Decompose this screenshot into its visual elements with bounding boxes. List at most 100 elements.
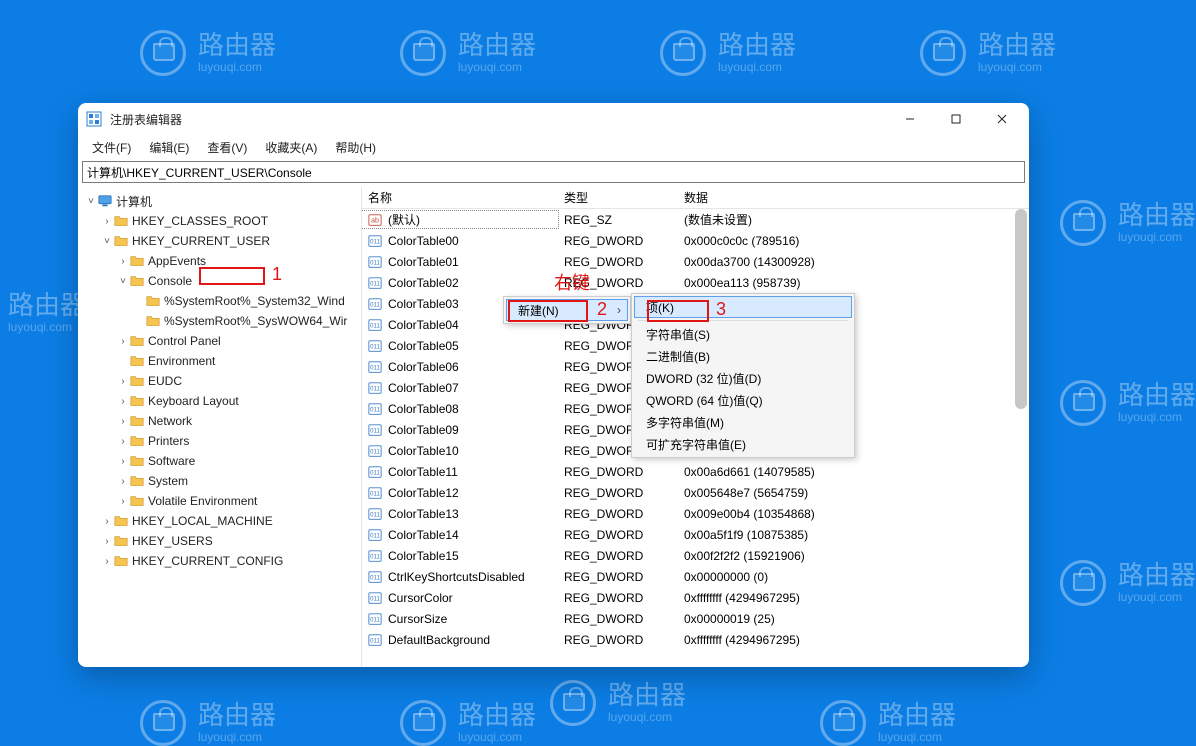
value-data: 0x000c0c0c (789516) <box>678 234 1029 248</box>
value-type: REG_SZ <box>558 213 678 227</box>
tree-volatile[interactable]: ›Volatile Environment <box>78 491 361 511</box>
tree-keyboard[interactable]: ›Keyboard Layout <box>78 391 361 411</box>
sub-multi[interactable]: 多字符串值(M) <box>634 411 852 433</box>
string-value-icon: ab <box>368 213 382 227</box>
titlebar: 注册表编辑器 <box>78 103 1029 135</box>
binary-value-icon: 011 <box>368 591 382 605</box>
binary-value-icon: 011 <box>368 318 382 332</box>
sub-string[interactable]: 字符串值(S) <box>634 323 852 345</box>
tree-controlpanel[interactable]: ›Control Panel <box>78 331 361 351</box>
sub-qword[interactable]: QWORD (64 位)值(Q) <box>634 389 852 411</box>
tree-software[interactable]: ›Software <box>78 451 361 471</box>
value-name: ColorTable12 <box>388 486 459 500</box>
binary-value-icon: 011 <box>368 297 382 311</box>
svg-text:011: 011 <box>370 616 380 623</box>
tree-hkcu[interactable]: ˅HKEY_CURRENT_USER <box>78 231 361 251</box>
col-name[interactable]: 名称 <box>362 187 558 208</box>
value-name: ColorTable13 <box>388 507 459 521</box>
tree-printers[interactable]: ›Printers <box>78 431 361 451</box>
value-type: REG_DWORD <box>558 486 678 500</box>
list-row[interactable]: ab(默认)REG_SZ(数值未设置) <box>362 209 1029 230</box>
value-data: 0x005648e7 (5654759) <box>678 486 1029 500</box>
sub-dword[interactable]: DWORD (32 位)值(D) <box>634 367 852 389</box>
list-row[interactable]: 011ColorTable11REG_DWORD0x00a6d661 (1407… <box>362 461 1029 482</box>
list-row[interactable]: 011CursorSizeREG_DWORD0x00000019 (25) <box>362 608 1029 629</box>
svg-text:011: 011 <box>370 259 380 266</box>
submenu-separator <box>638 320 848 321</box>
svg-text:011: 011 <box>370 364 380 371</box>
value-name: (默认) <box>388 211 420 228</box>
tree-pane[interactable]: ˅计算机 ›HKEY_CLASSES_ROOT ˅HKEY_CURRENT_US… <box>78 187 362 667</box>
list-row[interactable]: 011 ColorTable12 REG_DWORD0x005648e7 (5654… <box>362 482 1029 503</box>
value-type: REG_DWORD <box>558 276 678 290</box>
binary-value-icon: 011 <box>368 255 382 269</box>
values-pane[interactable]: 名称 类型 数据 ab(默认)REG_SZ(数值未设置)011ColorTabl… <box>362 187 1029 667</box>
list-row[interactable]: 011ColorTable13REG_DWORD0x009e00b4 (1035… <box>362 503 1029 524</box>
minimize-button[interactable] <box>887 103 933 135</box>
ctx-new[interactable]: 新建(N)› <box>506 299 628 321</box>
binary-value-icon: 011 <box>368 381 382 395</box>
col-type[interactable]: 类型 <box>558 187 678 208</box>
tree-eudc[interactable]: ›EUDC <box>78 371 361 391</box>
tree-hkcc[interactable]: ›HKEY_CURRENT_CONFIG <box>78 551 361 571</box>
tree-system[interactable]: ›System <box>78 471 361 491</box>
sub-binary[interactable]: 二进制值(B) <box>634 345 852 367</box>
context-submenu: 项(K) 字符串值(S) 二进制值(B) DWORD (32 位)值(D) QW… <box>631 293 855 458</box>
value-data: 0x00da3700 (14300928) <box>678 255 1029 269</box>
value-name: ColorTable05 <box>388 339 459 353</box>
menu-help[interactable]: 帮助(H) <box>327 137 384 158</box>
menu-view[interactable]: 查看(V) <box>199 137 255 158</box>
col-data[interactable]: 数据 <box>678 187 1029 208</box>
list-row[interactable]: 011ColorTable14REG_DWORD0x00a5f1f9 (1087… <box>362 524 1029 545</box>
menu-favorites[interactable]: 收藏夹(A) <box>257 137 325 158</box>
tree-network[interactable]: ›Network <box>78 411 361 431</box>
window-title: 注册表编辑器 <box>110 111 887 128</box>
value-data: 0xffffffff (4294967295) <box>678 591 1029 605</box>
tree-hku[interactable]: ›HKEY_USERS <box>78 531 361 551</box>
tree-console-child1[interactable]: %SystemRoot%_System32_Wind <box>78 291 361 311</box>
value-data: 0x009e00b4 (10354868) <box>678 507 1029 521</box>
tree-hkcr[interactable]: ›HKEY_CLASSES_ROOT <box>78 211 361 231</box>
list-row[interactable]: 011ColorTable01REG_DWORD0x00da3700 (1430… <box>362 251 1029 272</box>
value-data: 0x00000019 (25) <box>678 612 1029 626</box>
scrollbar[interactable] <box>1015 209 1027 409</box>
list-row[interactable]: 011ColorTable02REG_DWORD0x000ea113 (9587… <box>362 272 1029 293</box>
binary-value-icon: 011 <box>368 234 382 248</box>
close-button[interactable] <box>979 103 1025 135</box>
registry-editor-window: 注册表编辑器 文件(F) 编辑(E) 查看(V) 收藏夹(A) 帮助(H) 计算… <box>78 103 1029 667</box>
tree-console-child2[interactable]: %SystemRoot%_SysWOW64_Wir <box>78 311 361 331</box>
svg-text:011: 011 <box>370 490 380 497</box>
tree-hklm[interactable]: ›HKEY_LOCAL_MACHINE <box>78 511 361 531</box>
list-row[interactable]: 011ColorTable00REG_DWORD0x000c0c0c (7895… <box>362 230 1029 251</box>
list-header: 名称 类型 数据 <box>362 187 1029 209</box>
value-type: REG_DWORD <box>558 234 678 248</box>
tree-appevents[interactable]: ›AppEvents <box>78 251 361 271</box>
value-type: REG_DWORD <box>558 528 678 542</box>
address-bar[interactable]: 计算机\HKEY_CURRENT_USER\Console <box>82 161 1025 183</box>
list-row[interactable]: 011ColorTable15REG_DWORD0x00f2f2f2 (1592… <box>362 545 1029 566</box>
value-name: ColorTable07 <box>388 381 459 395</box>
binary-value-icon: 011 <box>368 528 382 542</box>
sub-key[interactable]: 项(K) <box>634 296 852 318</box>
menu-file[interactable]: 文件(F) <box>84 137 139 158</box>
tree-root[interactable]: ˅计算机 <box>78 191 361 211</box>
tree-console[interactable]: ˅Console <box>78 271 361 291</box>
value-name: ColorTable08 <box>388 402 459 416</box>
value-name: ColorTable15 <box>388 549 459 563</box>
menu-edit[interactable]: 编辑(E) <box>141 137 197 158</box>
list-row[interactable]: 011CursorColorREG_DWORD0xffffffff (42949… <box>362 587 1029 608</box>
list-row[interactable]: 011CtrlKeyShortcutsDisabledREG_DWORD0x00… <box>362 566 1029 587</box>
binary-value-icon: 011 <box>368 612 382 626</box>
svg-text:011: 011 <box>370 553 380 560</box>
svg-text:011: 011 <box>370 385 380 392</box>
watermark-text: 路由器 <box>8 292 86 318</box>
tree-environment[interactable]: Environment <box>78 351 361 371</box>
value-name: ColorTable02 <box>388 276 459 290</box>
svg-text:011: 011 <box>370 595 380 602</box>
list-row[interactable]: 011DefaultBackgroundREG_DWORD0xffffffff … <box>362 629 1029 650</box>
address-text: 计算机\HKEY_CURRENT_USER\Console <box>87 164 312 181</box>
maximize-button[interactable] <box>933 103 979 135</box>
binary-value-icon: 011 <box>368 549 382 563</box>
value-data: 0xffffffff (4294967295) <box>678 633 1029 647</box>
sub-expand[interactable]: 可扩充字符串值(E) <box>634 433 852 455</box>
